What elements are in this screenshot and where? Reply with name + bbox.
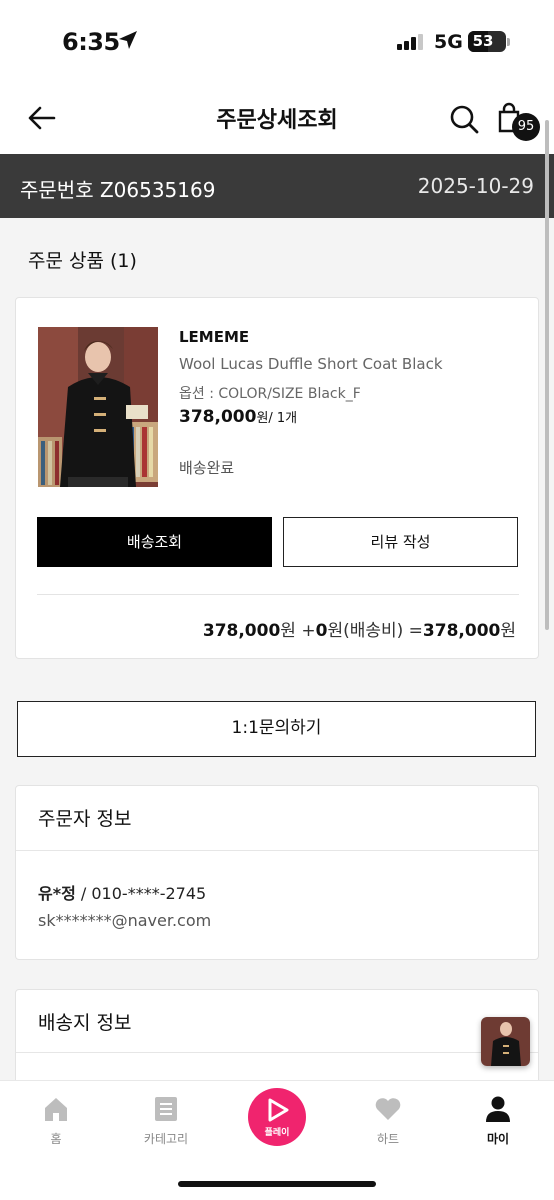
signal-icon [397,34,423,50]
tab-my-label: 마이 [486,1132,510,1146]
won-plus-text: 원 + [280,621,316,641]
order-number: 주문번호 Z06535169 [20,178,216,202]
shipping-amount: 0 [315,621,328,641]
scrollbar[interactable] [545,120,549,630]
search-icon[interactable] [449,104,479,134]
tab-heart-label: 하트 [376,1132,400,1146]
category-list-icon [155,1097,177,1121]
shipping-fee-label: 원(배송비) = [327,621,423,641]
app-header: 주문상세조회 95 [0,84,554,154]
orderer-info-title: 주문자 정보 [38,808,132,830]
tab-my[interactable]: 마이 [453,1095,543,1147]
orderer-name-phone: 유*정 / 010-****-2745 [38,880,206,904]
product-card: LEMEME Wool Lucas Duffle Short Coat Blac… [15,297,539,659]
tab-category-label: 카테고리 [143,1132,189,1146]
orderer-name: 유*정 [38,884,76,903]
divider [16,1052,538,1053]
status-bar: 6:35 5G 53 [0,0,554,84]
product-price: 378,000 [179,407,257,427]
order-total-line: 378,000원 +0원(배송비) =378,000원 [203,616,516,641]
tab-category[interactable]: 카테고리 [121,1095,211,1147]
status-time: 6:35 [62,28,120,56]
person-icon [486,1096,510,1122]
product-price-unit: 원/ 1개 [256,411,298,426]
battery-icon: 53 [468,31,506,52]
one-on-one-inquiry-button[interactable]: 1:1문의하기 [17,701,536,757]
items-amount: 378,000 [202,621,281,641]
write-review-button[interactable]: 리뷰 작성 [283,517,518,567]
floating-product-thumbnail[interactable] [481,1017,530,1066]
order-number-bar: 주문번호 Z06535169 2025-10-29 [0,154,554,218]
orderer-info-card: 주문자 정보 유*정 / 010-****-2745 sk*******@nav… [15,785,539,960]
tab-heart[interactable]: 하트 [343,1095,433,1147]
tab-home-label: 홈 [50,1132,62,1146]
product-price-line: 378,000원/ 1개 [179,407,297,427]
home-icon [45,1098,67,1121]
orderer-phone: / 010-****-2745 [75,884,207,903]
product-option: 옵션 : COLOR/SIZE Black_F [179,386,361,402]
heart-icon [375,1098,401,1120]
divider [16,850,538,851]
products-section-heading: 주문 상품 (1) [28,250,137,272]
play-icon [268,1098,289,1122]
tab-home[interactable]: 홈 [11,1095,101,1147]
track-delivery-button[interactable]: 배송조회 [37,517,272,567]
play-label: 플레이 [264,1128,290,1138]
battery-cap [507,38,510,46]
location-arrow-icon [119,31,137,49]
shipping-info-title: 배송지 정보 [38,1012,132,1034]
delivery-status: 배송완료 [179,459,235,477]
home-indicator [178,1181,376,1187]
cart-count-badge: 95 [512,113,540,141]
product-brand[interactable]: LEMEME [179,328,249,346]
product-name[interactable]: Wool Lucas Duffle Short Coat Black [179,355,443,373]
network-label: 5G [434,31,463,53]
battery-percent: 53 [472,32,494,50]
product-image[interactable] [38,327,158,487]
divider [37,594,519,595]
won-suffix: 원 [500,621,516,641]
orderer-email: sk*******@naver.com [38,911,212,930]
order-date: 2025-10-29 [417,174,534,198]
total-amount: 378,000 [422,621,501,641]
play-button[interactable]: 플레이 [248,1088,306,1146]
